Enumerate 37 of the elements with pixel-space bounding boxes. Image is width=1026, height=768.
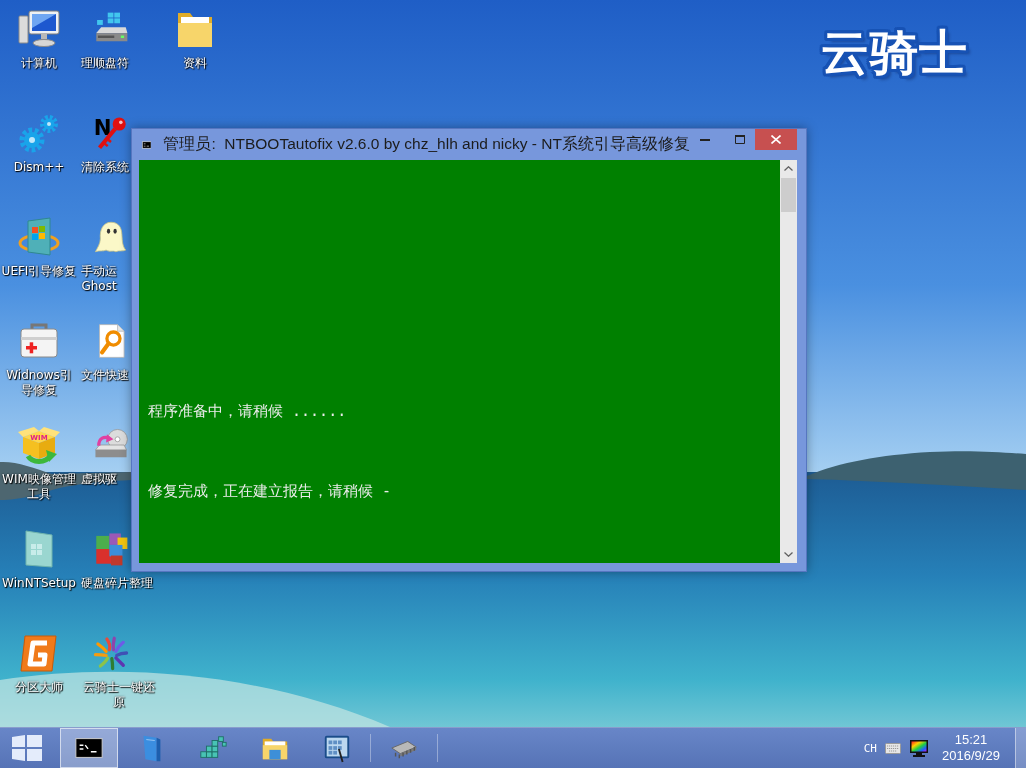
cubes-icon[interactable] (93, 531, 129, 567)
shortcut-label[interactable]: WinNTSetup (2, 576, 76, 591)
shortcut-label[interactable]: 理顺盘符 (81, 56, 129, 71)
window-title: 管理员: NTBOOTautofix v2.6.0 by chz_hlh and nicky - NT系统引导高级修复 (163, 134, 690, 154)
shortcut-label[interactable]: WIM映像管理工具 (1, 472, 77, 502)
scrollbar[interactable] (780, 160, 797, 563)
close-button[interactable] (755, 129, 797, 150)
console-line: 修复完成，正在建立报告，请稍候 - (148, 482, 392, 500)
taskbar-button[interactable] (60, 728, 118, 768)
burst-icon[interactable] (93, 635, 129, 671)
maximize-icon (735, 135, 745, 144)
shortcut-label[interactable]: Dism++ (13, 160, 65, 175)
shortcut-label[interactable]: 清除系统 (81, 160, 129, 175)
shortcut-label[interactable]: UEFI引导修复 (1, 264, 77, 279)
console-line: 程序准备中，请稍候 ...... (148, 402, 347, 420)
logo-text: 云骑士 (821, 24, 968, 80)
shortcut-label[interactable]: 手动运 Ghost (81, 264, 117, 294)
shortcut-label[interactable]: 硬盘碎片整理 (81, 576, 153, 591)
language-indicator[interactable]: CH (863, 741, 877, 755)
scrollbar-thumb[interactable] (781, 178, 796, 212)
ghost-icon[interactable] (93, 219, 129, 255)
terminal-icon (142, 138, 152, 151)
windows-logo-icon (12, 735, 42, 761)
minimize-icon (700, 138, 710, 141)
clock-date: 2016/9/29 (942, 748, 1000, 764)
clock-time: 15:21 (954, 732, 988, 748)
shortcut-label[interactable]: Widnows引导修复 (1, 368, 77, 398)
color-monitor-icon[interactable] (910, 739, 928, 757)
close-icon (771, 135, 781, 144)
shortcut-label[interactable]: 虚拟驱 (81, 472, 117, 487)
keyboard-icon[interactable] (885, 742, 901, 754)
shortcut-label[interactable]: 计算机 (21, 56, 57, 71)
caret-down-icon (784, 552, 793, 557)
shortcut-label[interactable]: 文件快速 (81, 368, 129, 383)
shortcut-label[interactable]: 资料 (183, 56, 207, 71)
keypad-icon (322, 733, 352, 763)
caret-up-icon (784, 166, 793, 171)
